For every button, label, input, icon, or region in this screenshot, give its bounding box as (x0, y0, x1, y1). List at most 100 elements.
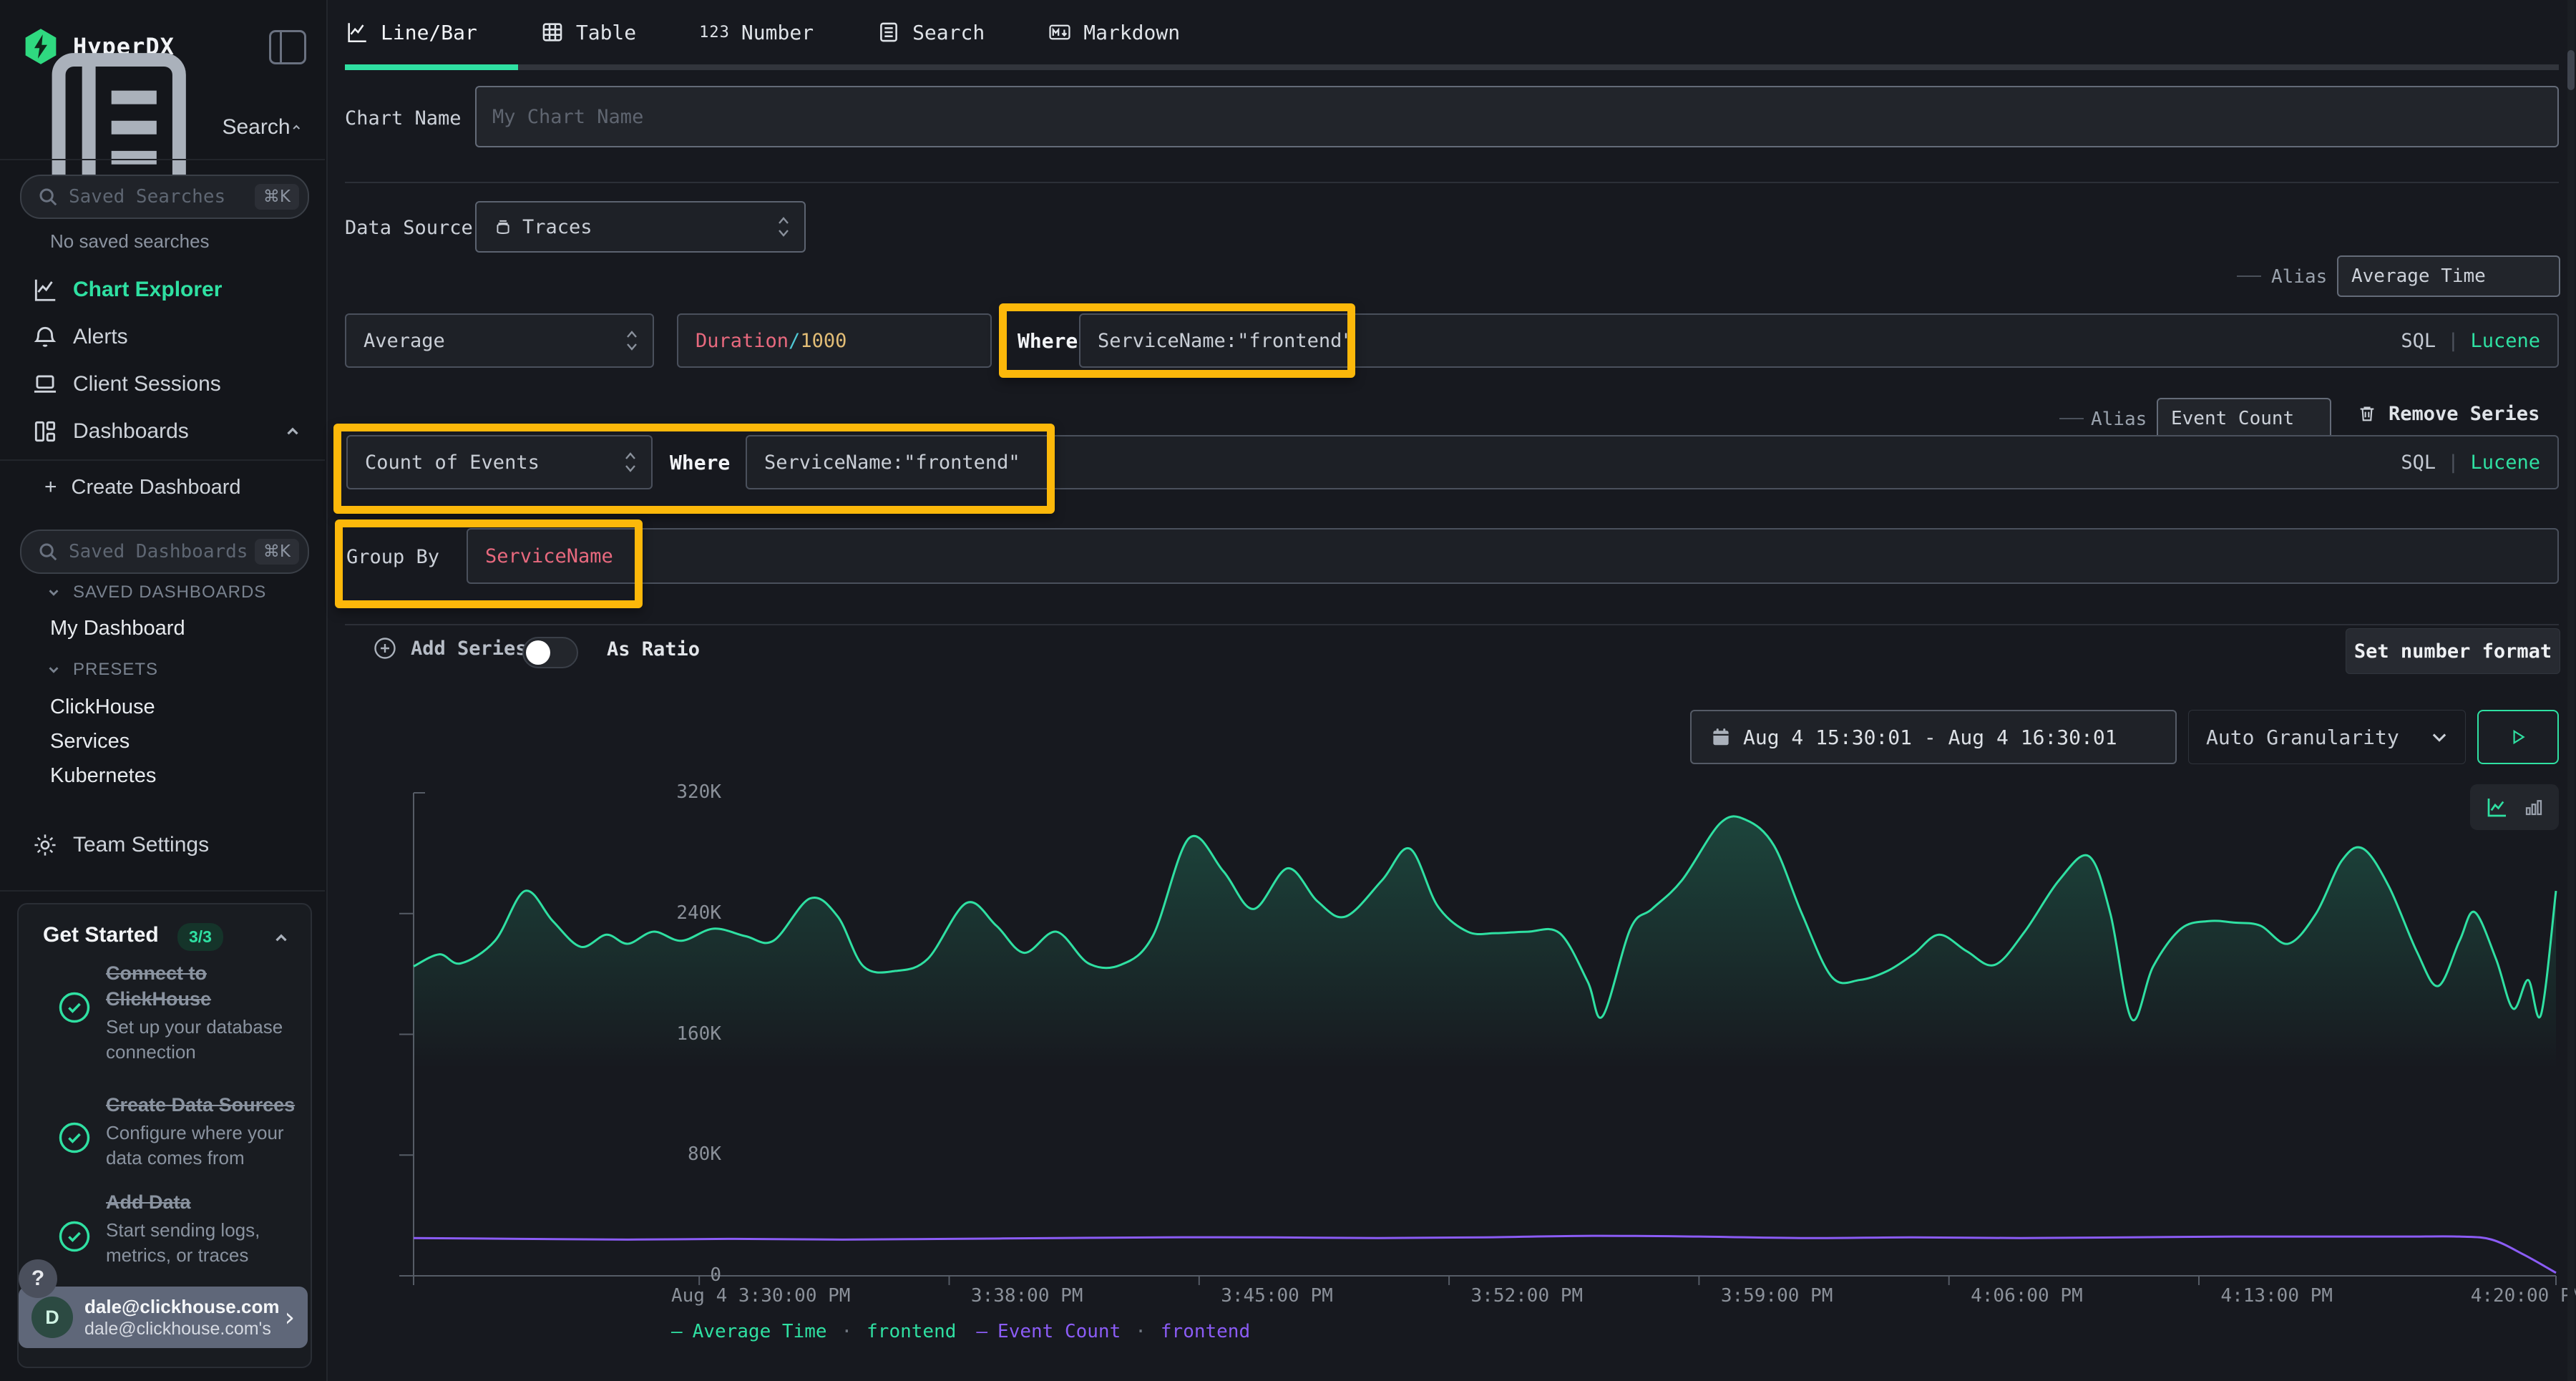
presets-group-header[interactable]: PRESETS (46, 660, 158, 680)
series1-alias-inputbox (2337, 255, 2560, 297)
sidebar-item-my-dashboard[interactable]: My Dashboard (50, 617, 185, 640)
lucene-toggle[interactable]: Lucene (2470, 330, 2540, 352)
chevron-down-icon (2429, 727, 2449, 747)
series2-alias-input[interactable] (2158, 408, 2330, 429)
divider (345, 182, 2559, 183)
date-range-picker[interactable]: Aug 4 15:30:01 - Aug 4 16:30:01 (1690, 710, 2177, 764)
database-icon (494, 216, 512, 238)
sidebar-item-chart-explorer[interactable]: Chart Explorer (0, 268, 326, 312)
group-by-inputbox[interactable]: ServiceName (467, 528, 2559, 584)
search-doc-icon (877, 20, 901, 44)
chart-legend: — Average Time · frontend — Event Count … (671, 1321, 1250, 1342)
tab-number[interactable]: 123 Number (699, 21, 814, 44)
help-button[interactable]: ? (19, 1259, 57, 1298)
chevron-up-icon (283, 422, 302, 441)
chevron-down-icon (46, 662, 62, 678)
y-tick-label: 0 (655, 1264, 721, 1286)
sidebar-item-team-settings[interactable]: Team Settings (0, 823, 326, 867)
x-tick-label: Aug 4 3:30:00 PM (671, 1285, 850, 1307)
scrollbar-track[interactable] (2567, 0, 2575, 1381)
legend-series-group[interactable]: frontend (1161, 1321, 1250, 1342)
chart-name-input[interactable] (477, 106, 2557, 128)
series1-field-input[interactable]: Duration/1000 (677, 313, 992, 368)
shortcut-badge: ⌘K (255, 539, 299, 565)
timeseries-chart[interactable] (398, 787, 2573, 1288)
updown-chevrons-icon (776, 215, 791, 239)
get-started-item[interactable]: Create Data Sources Configure where your… (106, 1092, 313, 1171)
user-menu[interactable]: D dale@clickhouse.com dale@clickhouse.co… (19, 1287, 308, 1348)
trash-icon (2357, 402, 2377, 425)
main-content: Line/Bar Table 123 Number Search (328, 0, 2576, 1381)
sidebar-collapse-icon[interactable] (269, 30, 306, 64)
hyperdx-chart-explorer: HyperDX Search Saved Searches ⌘K No save… (0, 0, 2576, 1381)
series2-where-inputbox[interactable]: ServiceName:"frontend" SQL | Lucene (746, 435, 2559, 489)
series1-where-inputbox[interactable]: ServiceName:"frontend" SQL | Lucene (1079, 313, 2559, 368)
sidebar-item-clickhouse[interactable]: ClickHouse (50, 696, 155, 719)
as-ratio-toggle[interactable] (522, 637, 578, 668)
sidebar-item-alerts[interactable]: Alerts (0, 315, 326, 359)
granularity-select[interactable]: Auto Granularity (2188, 710, 2466, 764)
bell-icon (31, 323, 59, 351)
chevron-up-icon[interactable] (272, 929, 291, 947)
data-source-select[interactable]: Traces (475, 201, 806, 253)
y-tick-label: 240K (655, 902, 721, 924)
chevron-down-icon (46, 585, 62, 600)
legend-dash: — (976, 1321, 987, 1342)
get-started-item[interactable]: Add Data Start sending logs, metrics, or… (106, 1189, 313, 1268)
data-source-label: Data Source (345, 217, 473, 239)
search-icon (37, 541, 59, 562)
saved-dashboards-group-header[interactable]: SAVED DASHBOARDS (46, 582, 266, 602)
run-query-button[interactable] (2477, 710, 2559, 764)
series2-aggfn-select[interactable]: Count of Events (346, 435, 653, 489)
search-section-header[interactable]: Search (0, 106, 326, 149)
x-tick-label: 3:59:00 PM (1721, 1285, 1833, 1307)
tab-line-bar[interactable]: Line/Bar (345, 20, 477, 44)
tab-markdown[interactable]: Markdown (1048, 20, 1180, 44)
scrollbar-thumb[interactable] (2567, 50, 2575, 90)
divider (345, 624, 2559, 625)
tab-search[interactable]: Search (877, 20, 985, 44)
markdown-icon (1048, 20, 1072, 44)
user-email: dale@clickhouse.com (84, 1295, 279, 1318)
saved-searches-placeholder: Saved Searches (69, 186, 255, 208)
sql-toggle[interactable]: SQL (2401, 452, 2436, 474)
y-tick-label: 160K (655, 1023, 721, 1045)
user-sub: dale@clickhouse.com's (84, 1318, 279, 1339)
get-started-item[interactable]: Connect to ClickHouse Set up your databa… (106, 960, 305, 1065)
x-tick-label: 4:06:00 PM (1971, 1285, 2083, 1307)
sidebar-item-dashboards[interactable]: Dashboards (0, 409, 326, 454)
get-started-badge: 3/3 (177, 923, 223, 951)
chart-name-inputbox (475, 86, 2559, 147)
tab-track (345, 64, 2559, 70)
remove-series-button[interactable]: Remove Series (2357, 402, 2540, 425)
view-tabs: Line/Bar Table 123 Number Search (328, 0, 2576, 64)
series1-where-label: Where (1018, 329, 1078, 353)
series1-alias-input[interactable] (2338, 265, 2559, 287)
sql-toggle[interactable]: SQL (2401, 330, 2436, 352)
create-dashboard-button[interactable]: + Create Dashboard (0, 467, 326, 508)
legend-series-name[interactable]: Average Time (693, 1321, 827, 1342)
avatar: D (31, 1297, 73, 1338)
legend-series-name[interactable]: Event Count (997, 1321, 1121, 1342)
x-tick-label: 4:20:00 PM (2471, 1285, 2576, 1307)
check-circle-icon (56, 989, 93, 1026)
sidebar-item-client-sessions[interactable]: Client Sessions (0, 362, 326, 406)
plus-icon: + (44, 475, 57, 499)
saved-searches-input[interactable]: Saved Searches ⌘K (20, 175, 309, 219)
add-series-button[interactable]: Add Series (372, 635, 527, 661)
sidebar: HyperDX Search Saved Searches ⌘K No save… (0, 0, 328, 1381)
chart-name-label: Chart Name (345, 107, 462, 130)
active-tab-indicator (345, 64, 518, 70)
toggle-knob (526, 640, 550, 665)
lucene-toggle[interactable]: Lucene (2470, 452, 2540, 474)
saved-dashboards-input[interactable]: Saved Dashboards ⌘K (20, 530, 309, 574)
legend-dash: — (671, 1321, 683, 1342)
sidebar-item-kubernetes[interactable]: Kubernetes (50, 764, 156, 788)
sidebar-item-services[interactable]: Services (50, 730, 130, 753)
legend-series-group[interactable]: frontend (867, 1321, 956, 1342)
gear-icon (31, 831, 59, 859)
series1-aggfn-select[interactable]: Average (345, 313, 654, 368)
x-tick-label: 3:38:00 PM (971, 1285, 1083, 1307)
set-number-format-button[interactable]: Set number format (2346, 628, 2560, 674)
tab-table[interactable]: Table (540, 20, 636, 44)
